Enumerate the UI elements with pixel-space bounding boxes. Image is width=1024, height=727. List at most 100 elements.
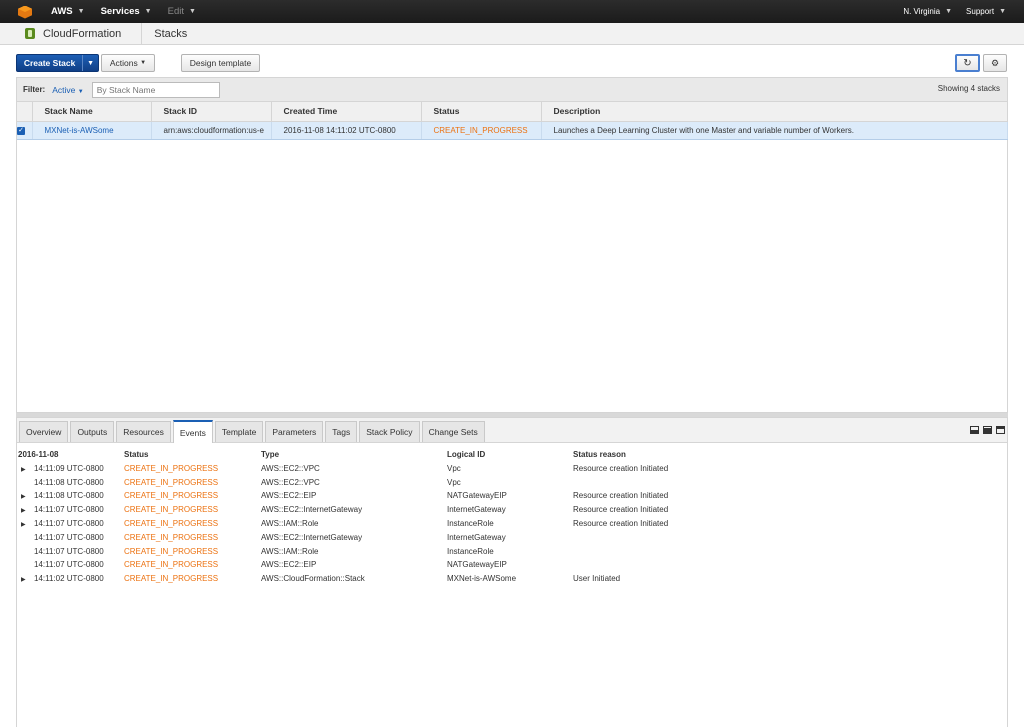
event-time: 14:11:07 UTC-0800 [34, 560, 104, 570]
aws-cube-icon[interactable] [17, 5, 33, 19]
event-row: 14:11:07 UTC-0800 CREATE_IN_PROGRESS AWS::… [17, 559, 1007, 573]
expand-arrow-icon[interactable]: ▶ [21, 466, 26, 473]
filter-status-dropdown[interactable]: Active ▼ [52, 85, 83, 95]
edit-menu[interactable]: Edit ▼ [168, 6, 196, 17]
chevron-down-icon[interactable]: ▼ [82, 55, 98, 71]
service-bar: CloudFormation Stacks [0, 22, 1024, 45]
event-logical-id: InstanceRole [447, 546, 494, 556]
tab-stack-policy[interactable]: Stack Policy [359, 421, 420, 442]
chevron-down-icon: ▼ [77, 88, 84, 95]
actions-label: Actions [109, 58, 138, 68]
tab-parameters[interactable]: Parameters [265, 421, 324, 442]
support-menu[interactable]: Support ▼ [966, 7, 1006, 16]
layout-maximize-icon[interactable] [996, 426, 1005, 434]
create-stack-label: Create Stack [23, 58, 76, 68]
event-type: AWS::EC2::InternetGateway [261, 505, 363, 515]
layout-split-icon[interactable] [983, 426, 992, 434]
create-stack-button[interactable]: Create Stack ▼ [16, 54, 99, 72]
created-time-cell: 2016-11-08 14:11:02 UTC-0800 [271, 121, 422, 140]
column-header[interactable]: Stack ID [151, 102, 272, 122]
event-status: CREATE_IN_PROGRESS [124, 505, 219, 515]
region-menu[interactable]: N. Virginia ▼ [903, 7, 952, 16]
settings-button[interactable]: ⚙ [983, 54, 1007, 72]
column-header[interactable]: Status [421, 102, 542, 122]
event-status: CREATE_IN_PROGRESS [124, 532, 219, 542]
events-list: 2016-11-08 Status Type Logical ID Status… [17, 449, 1007, 587]
event-time: 14:11:07 UTC-0800 [34, 532, 104, 542]
event-logical-id: InstanceRole [447, 518, 494, 528]
expand-arrow-icon[interactable]: ▶ [21, 493, 26, 500]
event-row[interactable]: ▶ 14:11:07 UTC-0800 CREATE_IN_PROGRESS AWS:… [17, 504, 1007, 518]
event-reason: User Initiated [573, 574, 621, 584]
event-reason: Resource creation Initiated [573, 518, 669, 528]
column-header: Type [261, 450, 280, 459]
column-header[interactable]: Stack Name [32, 102, 152, 122]
services-menu[interactable]: Services ▼ [101, 6, 152, 17]
expand-arrow-icon[interactable]: ▶ [21, 521, 26, 528]
event-row[interactable]: ▶ 14:11:07 UTC-0800 CREATE_IN_PROGRESS AWS:… [17, 518, 1007, 532]
toolbar: Create Stack ▼ Actions ▼ Design template… [0, 45, 1024, 77]
detail-tabs: Overview Outputs Resources Events Templa… [17, 418, 1007, 443]
chevron-down-icon: ▼ [77, 8, 85, 15]
stack-count: Showing 4 stacks [937, 84, 1000, 93]
chevron-down-icon: ▼ [188, 8, 196, 15]
refresh-button[interactable]: ↻ [955, 54, 980, 72]
event-logical-id: MXNet-is-AWSome [447, 574, 517, 584]
event-time: 14:11:08 UTC-0800 [34, 491, 104, 501]
event-row[interactable]: ▶ 14:11:09 UTC-0800 CREATE_IN_PROGRESS AWS:… [17, 463, 1007, 477]
event-logical-id: InternetGateway [447, 505, 506, 515]
tab-events[interactable]: Events [172, 420, 213, 443]
design-template-button[interactable]: Design template [181, 54, 260, 72]
event-reason: Resource creation Initiated [573, 463, 669, 473]
page-title: Stacks [154, 27, 188, 40]
column-header: Status reason [573, 450, 626, 459]
event-status: CREATE_IN_PROGRESS [124, 518, 219, 528]
event-status: CREATE_IN_PROGRESS [124, 477, 219, 487]
divider [141, 22, 143, 45]
event-row[interactable]: ▶ 14:11:08 UTC-0800 CREATE_IN_PROGRESS AWS:… [17, 490, 1007, 504]
event-type: AWS::IAM::Role [261, 546, 319, 556]
events-date: 2016-11-08 [18, 450, 59, 459]
event-type: AWS::EC2::EIP [261, 491, 317, 501]
tab-template[interactable]: Template [214, 421, 264, 442]
row-select-cell[interactable]: ✓ [17, 121, 33, 140]
filter-bar: Filter: Active ▼ Showing 4 stacks [17, 78, 1007, 102]
event-logical-id: Vpc [447, 463, 461, 473]
column-header[interactable]: Created Time [271, 102, 422, 122]
tab-overview[interactable]: Overview [19, 421, 69, 442]
tab-tags[interactable]: Tags [325, 421, 358, 442]
expand-arrow-icon[interactable]: ▶ [21, 576, 26, 583]
tab-outputs[interactable]: Outputs [70, 421, 115, 442]
chevron-down-icon: ▼ [144, 8, 152, 15]
tab-change-sets[interactable]: Change Sets [421, 421, 485, 442]
event-reason: Resource creation Initiated [573, 491, 669, 501]
event-type: AWS::EC2::InternetGateway [261, 532, 363, 542]
table-row[interactable]: ✓ MXNet-is-AWSome arn:aws:cloudformation… [17, 121, 1008, 140]
stack-name-link[interactable]: MXNet-is-AWSome [32, 121, 152, 140]
service-title[interactable]: CloudFormation [43, 28, 121, 40]
event-time: 14:11:02 UTC-0800 [34, 574, 104, 584]
event-status: CREATE_IN_PROGRESS [124, 463, 219, 473]
stack-name-filter-input[interactable] [91, 81, 220, 98]
checkbox-checked-icon[interactable]: ✓ [17, 127, 25, 135]
event-status: CREATE_IN_PROGRESS [124, 560, 219, 570]
region-label: N. Virginia [903, 7, 941, 16]
event-row: 14:11:08 UTC-0800 CREATE_IN_PROGRESS AWS::… [17, 477, 1007, 491]
event-row: 14:11:07 UTC-0800 CREATE_IN_PROGRESS AWS::… [17, 546, 1007, 560]
column-header[interactable]: Description [541, 102, 1008, 122]
event-row[interactable]: ▶ 14:11:02 UTC-0800 CREATE_IN_PROGRESS AWS:… [17, 573, 1007, 587]
status-cell: CREATE_IN_PROGRESS [421, 121, 542, 140]
filter-label: Filter: [23, 85, 46, 94]
events-header-row: 2016-11-08 Status Type Logical ID Status… [17, 449, 1007, 463]
event-status: CREATE_IN_PROGRESS [124, 546, 219, 556]
chevron-down-icon: ▼ [999, 8, 1006, 15]
actions-button[interactable]: Actions ▼ [101, 54, 155, 72]
layout-bottom-small-icon[interactable] [970, 426, 979, 434]
event-logical-id: Vpc [447, 477, 461, 487]
select-column-header [17, 102, 33, 122]
design-template-label: Design template [189, 58, 252, 68]
event-status: CREATE_IN_PROGRESS [124, 574, 219, 584]
tab-resources[interactable]: Resources [116, 421, 171, 442]
expand-arrow-icon[interactable]: ▶ [21, 507, 26, 514]
aws-menu[interactable]: AWS ▼ [51, 6, 85, 17]
